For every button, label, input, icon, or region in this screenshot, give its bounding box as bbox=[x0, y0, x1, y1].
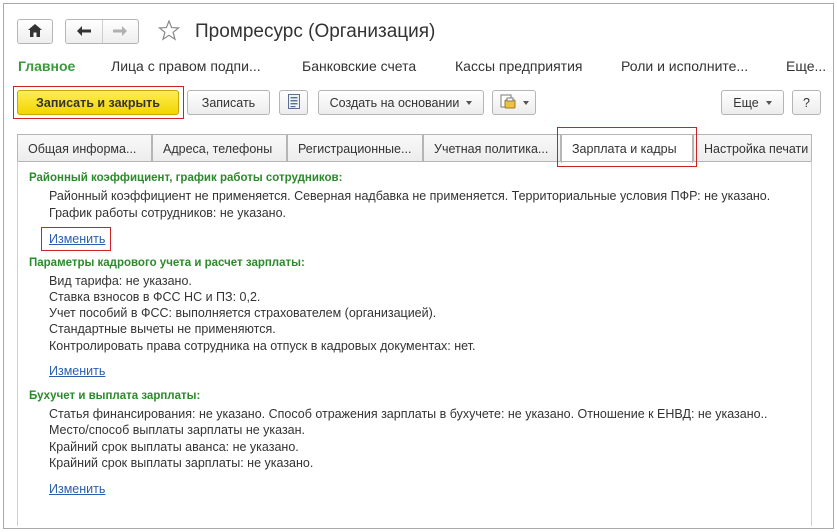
nav-item-signers[interactable]: Лица с правом подпи... bbox=[111, 58, 261, 74]
hr-line: Ставка взносов в ФСС НС и ПЗ: 0,2. bbox=[49, 290, 261, 304]
accounting-line: Крайний срок выплаты зарплаты: не указан… bbox=[49, 456, 314, 470]
change-hr-link[interactable]: Изменить bbox=[49, 364, 105, 378]
star-icon bbox=[157, 19, 181, 44]
home-button[interactable] bbox=[17, 19, 53, 44]
accounting-line: Крайний срок выплаты аванса: не указано. bbox=[49, 440, 299, 454]
save-button[interactable]: Записать bbox=[187, 90, 270, 115]
favorite-button[interactable] bbox=[157, 19, 181, 45]
page-title: Промресурс (Организация) bbox=[195, 21, 436, 42]
document-list-icon bbox=[287, 93, 300, 112]
group-title-regional: Районный коэффициент, график работы сотр… bbox=[29, 172, 343, 184]
regional-line: График работы сотрудников: не указано. bbox=[49, 206, 287, 220]
print-icon bbox=[500, 94, 516, 112]
nav-item-bank-accounts[interactable]: Банковские счета bbox=[302, 58, 416, 74]
more-actions-label: Еще bbox=[733, 95, 759, 110]
tab-accounting-policy[interactable]: Учетная политика... bbox=[423, 134, 561, 162]
tab-addresses-phones[interactable]: Адреса, телефоны bbox=[152, 134, 287, 162]
arrow-left-icon bbox=[76, 25, 91, 39]
chevron-down-icon bbox=[765, 100, 772, 105]
accounting-line: Статья финансирования: не указано. Спосо… bbox=[49, 407, 768, 421]
create-based-on-label: Создать на основании bbox=[329, 95, 460, 110]
home-icon bbox=[28, 23, 42, 40]
report-button[interactable] bbox=[279, 90, 308, 115]
tab-general-info[interactable]: Общая информа... bbox=[17, 134, 152, 162]
hr-line: Учет пособий в ФСС: выполняется страхова… bbox=[49, 306, 437, 320]
change-accounting-link[interactable]: Изменить bbox=[49, 482, 105, 496]
help-button[interactable]: ? bbox=[792, 90, 821, 115]
change-regional-link[interactable]: Изменить bbox=[49, 232, 105, 246]
forward-button[interactable] bbox=[101, 20, 139, 43]
more-actions-button[interactable]: Еще bbox=[721, 90, 784, 115]
accounting-line: Место/способ выплаты зарплаты не указан. bbox=[49, 423, 306, 437]
nav-item-roles[interactable]: Роли и исполните... bbox=[621, 58, 748, 74]
save-and-close-button[interactable]: Записать и закрыть bbox=[17, 90, 179, 115]
chevron-down-icon bbox=[522, 100, 529, 105]
print-button[interactable] bbox=[492, 90, 536, 115]
create-based-on-button[interactable]: Создать на основании bbox=[318, 90, 484, 115]
regional-line: Районный коэффициент не применяется. Сев… bbox=[49, 189, 771, 203]
tab-registration[interactable]: Регистрационные... bbox=[287, 134, 423, 162]
nav-item-main[interactable]: Главное bbox=[18, 58, 75, 74]
hr-line: Стандартные вычеты не применяются. bbox=[49, 322, 276, 336]
nav-item-more[interactable]: Еще... bbox=[786, 58, 826, 74]
hr-line: Контролировать права сотрудника на отпус… bbox=[49, 339, 476, 353]
group-title-hr: Параметры кадрового учета и расчет зарпл… bbox=[29, 257, 305, 269]
arrow-right-icon bbox=[113, 25, 128, 39]
chevron-down-icon bbox=[466, 100, 473, 105]
back-button[interactable] bbox=[66, 20, 102, 43]
group-title-accounting: Бухучет и выплата зарплаты: bbox=[29, 390, 201, 402]
history-nav bbox=[65, 19, 139, 44]
hr-line: Вид тарифа: не указано. bbox=[49, 274, 192, 288]
tab-print-settings[interactable]: Настройка печати bbox=[693, 134, 812, 162]
nav-item-cash-desks[interactable]: Кассы предприятия bbox=[455, 58, 583, 74]
